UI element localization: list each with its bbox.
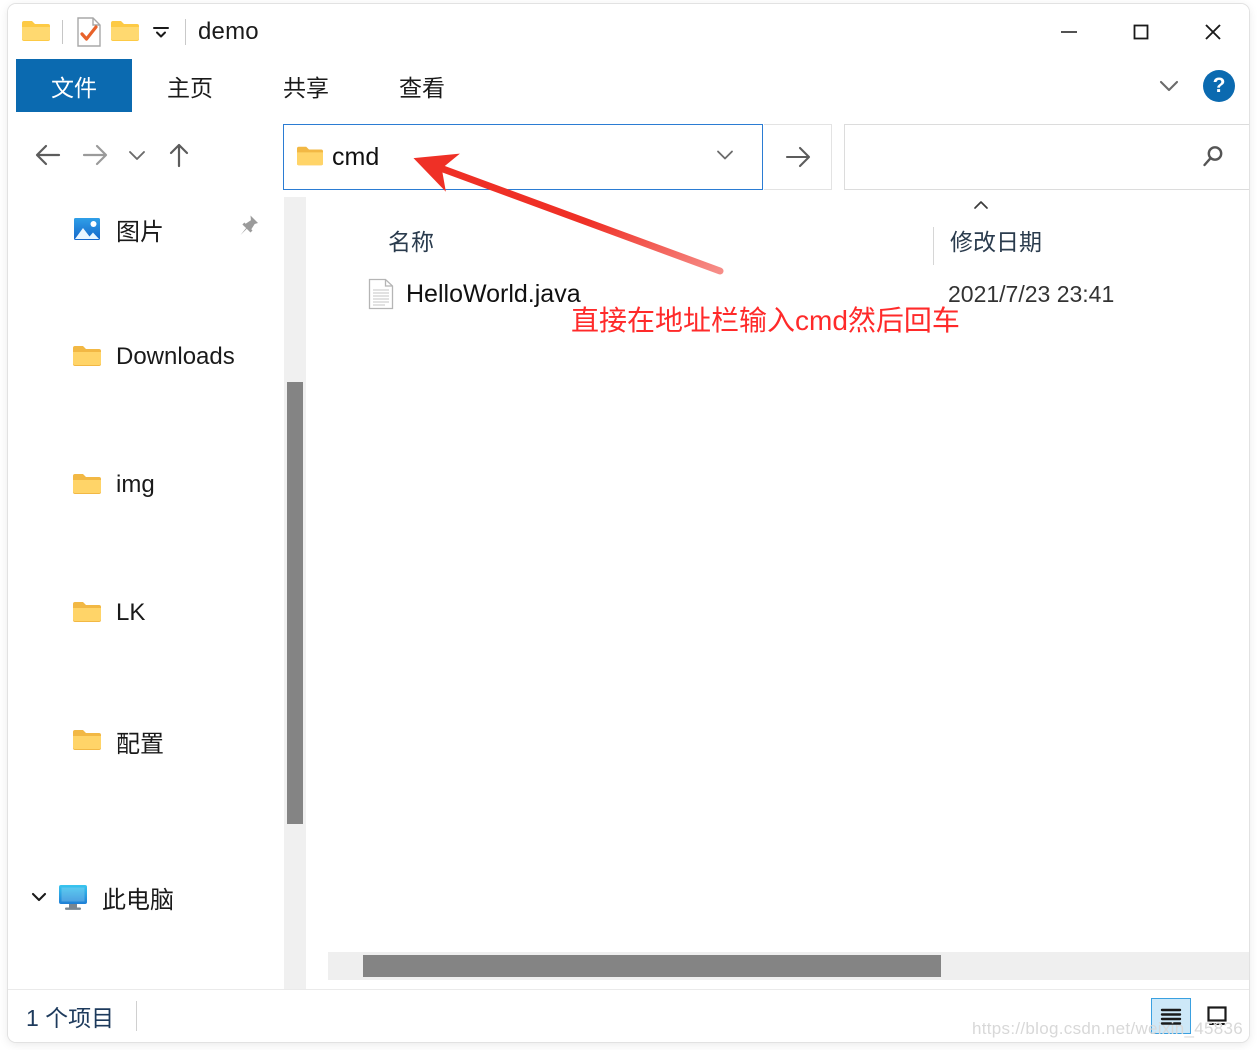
- chevron-down-icon[interactable]: [1149, 66, 1189, 106]
- qat-divider-1: [62, 19, 63, 44]
- pin-icon[interactable]: [236, 214, 260, 245]
- sidebar-item-pictures-quick[interactable]: 图片: [8, 197, 276, 261]
- go-button[interactable]: [764, 124, 832, 190]
- file-explorer-window: demo 文件 主页 共享 查看 ? cmd 图片 Downloads img …: [8, 4, 1249, 1042]
- sidebar-item-config-quick[interactable]: 配置: [8, 709, 276, 773]
- help-button[interactable]: ?: [1203, 69, 1235, 102]
- file-list-horizontal-scrollbar[interactable]: [328, 952, 1249, 980]
- navigation-pane: 图片 Downloads img LK 配置 此电脑: [8, 197, 276, 994]
- tab-view[interactable]: 查看: [364, 59, 480, 112]
- sidebar-item-img-quick[interactable]: img: [8, 453, 276, 517]
- file-name: HelloWorld.java: [406, 279, 581, 308]
- quick-access-toolbar: demo: [8, 14, 259, 50]
- chevron-down-icon[interactable]: [26, 888, 52, 906]
- sidebar-item-label: 图片: [116, 218, 164, 246]
- view-mode-buttons: [1151, 998, 1237, 1034]
- main-content: 图片 Downloads img LK 配置 此电脑 名称 修改日期 Hello…: [8, 197, 1249, 994]
- sidebar-item-label: img: [116, 471, 155, 498]
- column-header-name[interactable]: 名称: [388, 223, 434, 257]
- folder-icon: [296, 145, 324, 169]
- tab-home[interactable]: 主页: [132, 59, 248, 112]
- status-bar: 1 个项目: [8, 989, 1249, 1042]
- search-icon[interactable]: [1199, 143, 1227, 171]
- up-button[interactable]: [156, 132, 202, 178]
- search-input[interactable]: [845, 124, 1199, 190]
- maximize-button[interactable]: [1105, 4, 1177, 59]
- horizontal-scrollbar-thumb[interactable]: [363, 955, 941, 977]
- column-divider[interactable]: [933, 227, 934, 265]
- monitor-icon: [56, 880, 90, 914]
- file-date-modified: 2021/7/23 23:41: [948, 280, 1115, 307]
- folder-icon: [70, 340, 104, 374]
- navigation-pane-scroll: 图片 Downloads img LK 配置 此电脑: [8, 197, 276, 994]
- column-headers: 名称 修改日期: [328, 211, 1249, 269]
- folder-icon: [70, 596, 104, 630]
- new-folder-icon[interactable]: [107, 14, 143, 50]
- sidebar-item-this-pc[interactable]: 此电脑: [8, 865, 276, 929]
- customize-dropdown-icon[interactable]: [143, 14, 179, 50]
- chevron-down-icon[interactable]: [714, 146, 736, 169]
- file-list-pane: 名称 修改日期 HelloWorld.java 2021/7/23 23:41: [328, 197, 1249, 994]
- ribbon-tab-bar: 文件 主页 共享 查看 ?: [8, 59, 1249, 113]
- minimize-button[interactable]: [1033, 4, 1105, 59]
- sidebar-item-label: 配置: [116, 730, 164, 758]
- folder-icon: [70, 724, 104, 758]
- sidebar-vertical-scrollbar[interactable]: [284, 197, 306, 994]
- search-box[interactable]: [844, 124, 1249, 190]
- recent-locations-button[interactable]: [118, 132, 156, 178]
- item-count-label: 1 个项目: [26, 1005, 115, 1031]
- forward-button[interactable]: [72, 132, 118, 178]
- address-bar[interactable]: cmd: [283, 124, 763, 190]
- ribbon-right-controls: ?: [1149, 59, 1241, 112]
- folder-icon[interactable]: [18, 14, 54, 50]
- large-icons-view-button[interactable]: [1197, 998, 1237, 1034]
- sidebar-item-lk-quick[interactable]: LK: [8, 581, 276, 645]
- window-controls: [1033, 4, 1249, 59]
- sidebar-item-label: Downloads: [116, 343, 235, 370]
- sidebar-scrollbar-thumb[interactable]: [287, 382, 303, 824]
- tab-file[interactable]: 文件: [16, 59, 132, 112]
- ribbon-tabs: 文件 主页 共享 查看: [8, 59, 1249, 112]
- details-view-button[interactable]: [1151, 998, 1191, 1034]
- sidebar-item-label: 此电脑: [102, 886, 174, 914]
- window-title: demo: [198, 17, 259, 45]
- sidebar-item-downloads-quick[interactable]: Downloads: [8, 325, 276, 389]
- column-header-date-modified[interactable]: 修改日期: [950, 223, 1042, 257]
- tab-share[interactable]: 共享: [248, 59, 364, 112]
- close-button[interactable]: [1177, 4, 1249, 59]
- text-file-icon: [368, 278, 394, 310]
- properties-icon[interactable]: [71, 14, 107, 50]
- sidebar-item-label: LK: [116, 599, 146, 626]
- pictures-icon: [70, 212, 104, 246]
- qat-divider-2: [185, 18, 186, 45]
- title-bar: demo: [8, 4, 1249, 59]
- folder-icon: [70, 468, 104, 502]
- status-divider: [136, 1001, 138, 1031]
- table-row[interactable]: HelloWorld.java 2021/7/23 23:41: [328, 271, 1249, 317]
- back-button[interactable]: [26, 132, 72, 178]
- address-bar-text: cmd: [332, 142, 380, 171]
